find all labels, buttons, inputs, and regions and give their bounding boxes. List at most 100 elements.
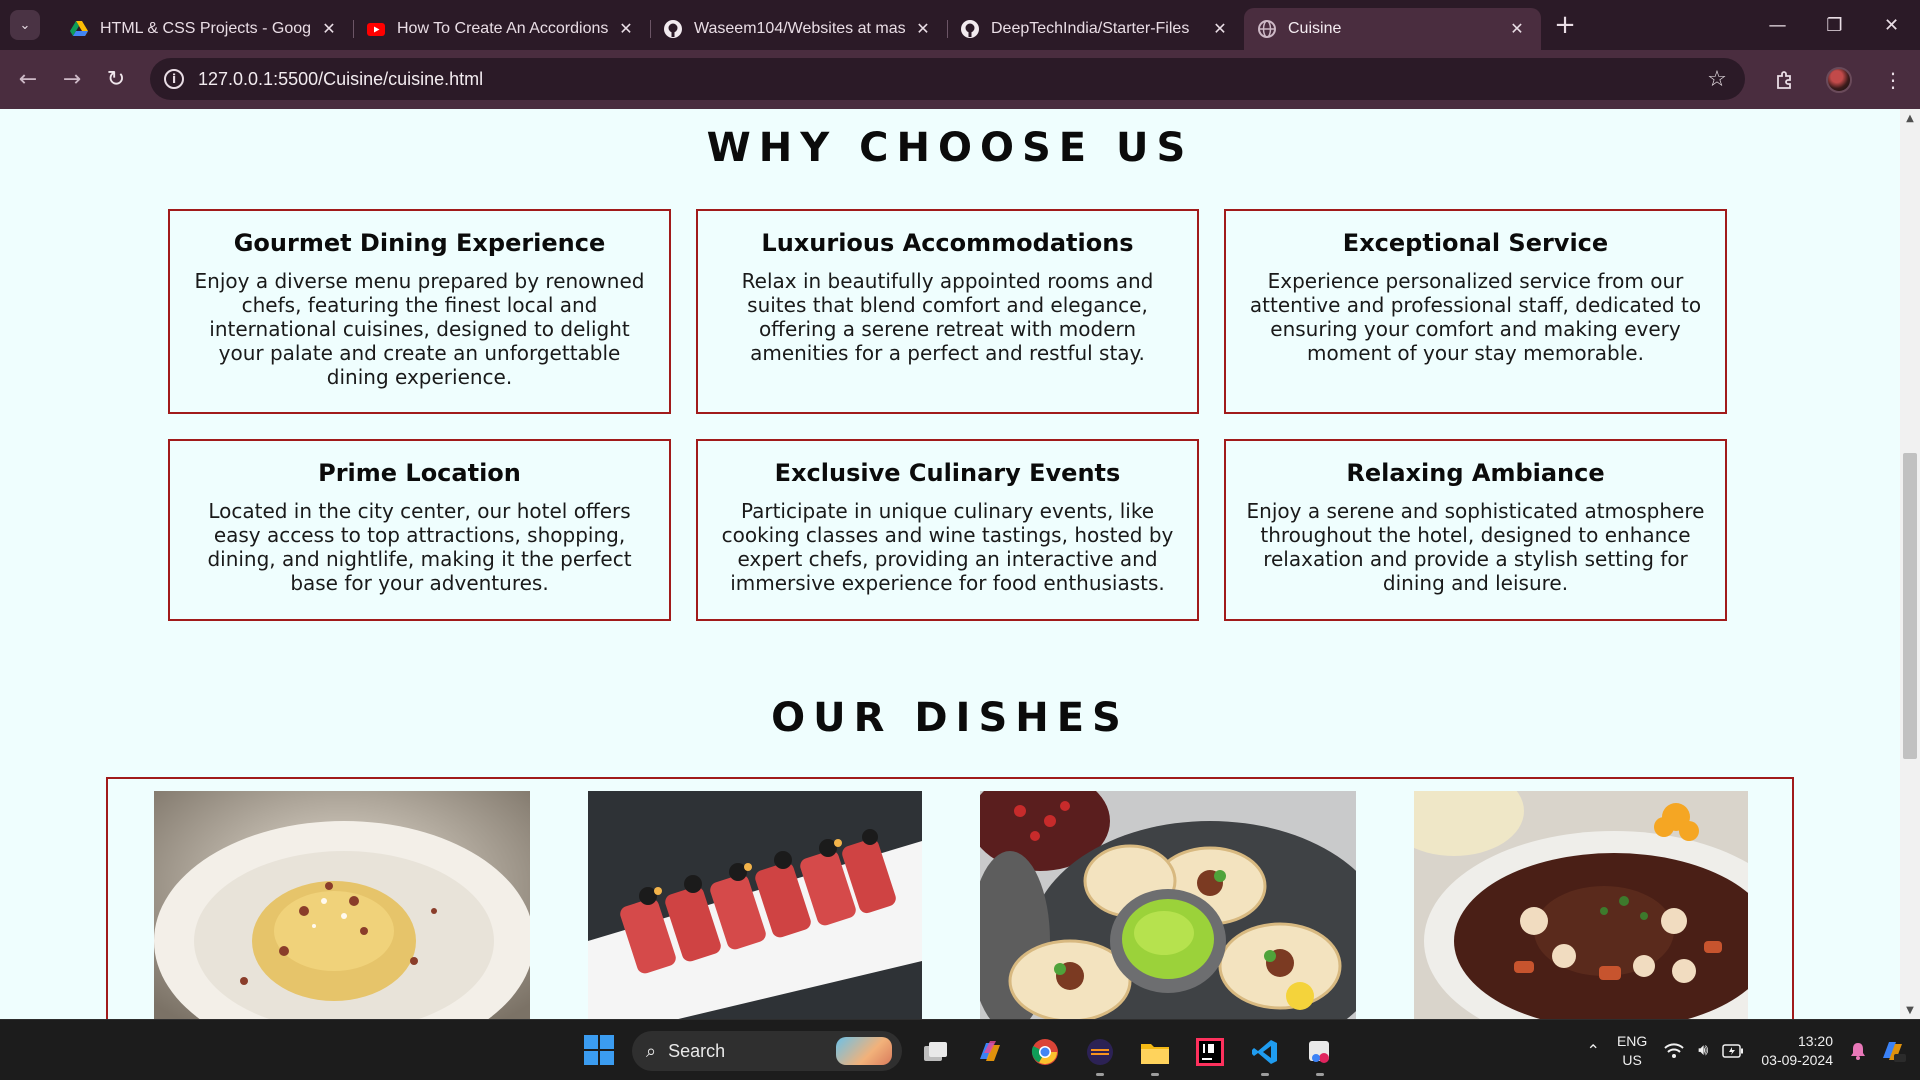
restore-button[interactable]: ❐: [1806, 0, 1863, 50]
sushi-roll-image: [588, 791, 922, 1019]
close-icon[interactable]: ✕: [913, 19, 933, 39]
close-icon[interactable]: ✕: [1507, 19, 1527, 39]
profile-button[interactable]: [1812, 58, 1866, 102]
copilot-button[interactable]: [970, 1032, 1010, 1072]
tab-2[interactable]: How To Create An Accordions In ✕: [353, 8, 650, 50]
feature-text: Enjoy a serene and sophisticated atmosph…: [1246, 499, 1705, 595]
braised-beef-image: [1414, 791, 1748, 1019]
windows-logo-pane: [600, 1051, 614, 1065]
task-view-icon: [924, 1042, 947, 1061]
close-icon[interactable]: ✕: [319, 19, 339, 39]
eclipse-taskbar-button[interactable]: [1080, 1032, 1120, 1076]
battery-icon[interactable]: [1722, 1043, 1744, 1058]
tacos-image: [980, 791, 1356, 1019]
close-icon[interactable]: ✕: [616, 19, 636, 39]
tab-title: DeepTechIndia/Starter-Files: [991, 20, 1190, 37]
extensions-button[interactable]: [1758, 58, 1812, 102]
back-button[interactable]: ←: [6, 58, 50, 102]
tab-title: HTML & CSS Projects - Google: [100, 20, 311, 37]
minimize-button[interactable]: —: [1749, 0, 1806, 50]
arrow-left-icon: ←: [18, 67, 38, 92]
tab-5-active[interactable]: Cuisine ✕: [1244, 8, 1541, 50]
globe-icon: [1258, 20, 1276, 38]
tab-4[interactable]: DeepTechIndia/Starter-Files ✕: [947, 8, 1244, 50]
close-icon: ✕: [1883, 14, 1900, 36]
pasta-image: [154, 791, 530, 1019]
page-scrollbar[interactable]: ▲ ▼: [1900, 109, 1920, 1019]
bookmark-star-icon[interactable]: ☆: [1697, 67, 1737, 92]
language-indicator[interactable]: ENG US: [1617, 1032, 1647, 1070]
feature-grid-row-1: Gourmet Dining Experience Enjoy a divers…: [168, 209, 1732, 414]
dishes-gallery: [106, 777, 1794, 1019]
wifi-icon[interactable]: [1664, 1042, 1684, 1059]
chevron-up-icon[interactable]: ⌃: [1587, 1041, 1600, 1061]
browser-toolbar: ← → ↻ i 127.0.0.1:5500/Cuisine/cuisine.h…: [0, 50, 1920, 109]
reload-icon: ↻: [106, 67, 126, 92]
toolbar-right: ⋮: [1758, 50, 1920, 109]
feature-text: Participate in unique culinary events, l…: [721, 499, 1174, 595]
github-icon: [664, 20, 682, 38]
feature-title: Exclusive Culinary Events: [774, 459, 1121, 487]
search-placeholder: Search: [668, 1040, 726, 1061]
language-code: ENG: [1616, 1032, 1648, 1049]
github-icon: [961, 20, 979, 38]
feature-card: Prime Location Located in the city cente…: [168, 439, 671, 621]
time-text: 13:20: [1797, 1032, 1833, 1049]
vscode-taskbar-button[interactable]: [1245, 1032, 1285, 1076]
page-viewport: WHY CHOOSE US Gourmet Dining Experience …: [0, 109, 1900, 1019]
snipping-tool-icon: [1309, 1041, 1329, 1063]
tab-title: How To Create An Accordions In: [397, 20, 608, 37]
google-drive-icon: [70, 20, 88, 38]
intellij-taskbar-button[interactable]: [1190, 1032, 1230, 1072]
taskbar-search[interactable]: ⌕ Search: [632, 1031, 902, 1071]
feature-text: Experience personalized service from our…: [1249, 269, 1702, 365]
reload-button[interactable]: ↻: [94, 58, 138, 102]
new-tab-button[interactable]: +: [1547, 7, 1583, 43]
region-code: US: [1622, 1051, 1642, 1068]
copilot-pre-icon[interactable]: [1880, 1039, 1906, 1063]
folder-icon: [1141, 1044, 1169, 1064]
tab-list: HTML & CSS Projects - Google ✕ How To Cr…: [56, 0, 1541, 50]
address-bar[interactable]: i 127.0.0.1:5500/Cuisine/cuisine.html ☆: [150, 58, 1745, 100]
url-text[interactable]: 127.0.0.1:5500/Cuisine/cuisine.html: [198, 69, 1697, 90]
tab-1[interactable]: HTML & CSS Projects - Google ✕: [56, 8, 353, 50]
scroll-thumb[interactable]: [1903, 453, 1917, 759]
puzzle-icon: [1777, 70, 1791, 89]
feature-card: Luxurious Accommodations Relax in beauti…: [696, 209, 1199, 414]
eclipse-icon: [1087, 1039, 1113, 1065]
taskbar: ⌕ Search ⌃ ENG US 🔊︎ 13:20 03-09-2024: [0, 1019, 1920, 1080]
scroll-down-icon[interactable]: ▼: [1900, 1001, 1920, 1019]
forward-button[interactable]: →: [50, 58, 94, 102]
tab-3[interactable]: Waseem104/Websites at master ✕: [650, 8, 947, 50]
snipping-tool-button[interactable]: [1300, 1032, 1340, 1076]
chrome-icon: [1031, 1039, 1058, 1065]
feature-title: Prime Location: [318, 459, 521, 487]
feature-title: Exceptional Service: [1342, 229, 1609, 257]
notification-bell-icon[interactable]: [1850, 1042, 1866, 1060]
close-window-button[interactable]: ✕: [1863, 0, 1920, 50]
scroll-up-icon[interactable]: ▲: [1900, 109, 1920, 127]
more-vertical-icon: ⋮: [1883, 67, 1903, 92]
why-choose-us-heading: WHY CHOOSE US: [706, 125, 1194, 171]
feature-card: Exclusive Culinary Events Participate in…: [696, 439, 1199, 621]
menu-button[interactable]: ⋮: [1866, 58, 1920, 102]
file-explorer-button[interactable]: [1135, 1032, 1175, 1076]
tab-title: Cuisine: [1288, 20, 1342, 37]
plus-icon: +: [1554, 10, 1576, 40]
task-view-button[interactable]: [916, 1032, 956, 1072]
arrow-right-icon: →: [62, 67, 82, 92]
feature-text: Located in the city center, our hotel of…: [207, 499, 632, 595]
site-info-icon[interactable]: i: [164, 69, 184, 89]
chrome-taskbar-button[interactable]: [1025, 1032, 1065, 1072]
close-icon[interactable]: ✕: [1210, 19, 1230, 39]
windows-start-button[interactable]: [584, 1035, 614, 1065]
tab-search-button[interactable]: ⌄: [10, 10, 40, 40]
chevron-down-icon: ⌄: [19, 17, 31, 33]
clock[interactable]: 13:20 03-09-2024: [1761, 1032, 1833, 1070]
volume-icon[interactable]: 🔊︎: [1698, 1042, 1708, 1060]
feature-title: Gourmet Dining Experience: [233, 229, 606, 257]
copilot-icon: [980, 1041, 1000, 1061]
vscode-icon: [1252, 1040, 1277, 1064]
minimize-icon: —: [1768, 14, 1787, 36]
windows-logo-pane: [600, 1035, 614, 1049]
